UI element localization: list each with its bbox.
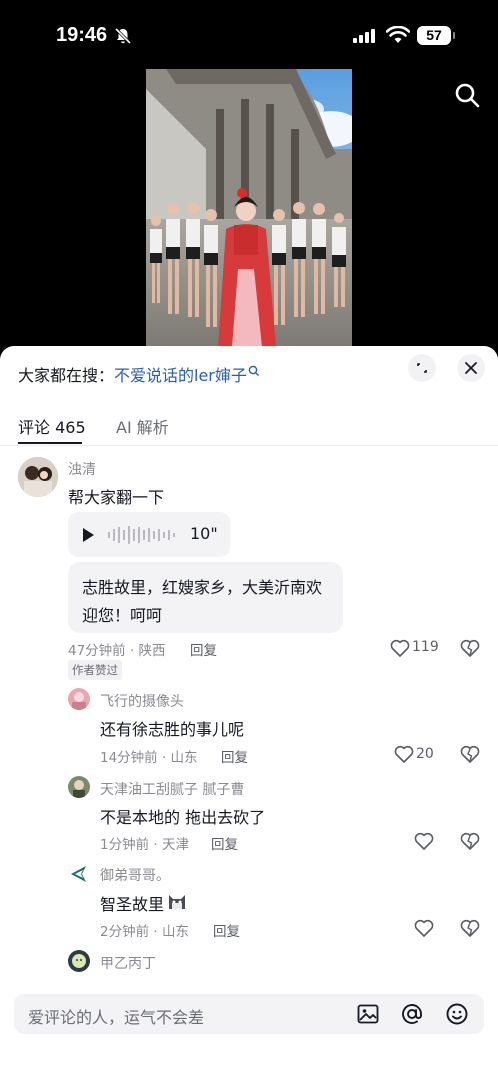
dislike-broken-heart-icon[interactable]: [460, 919, 480, 937]
expand-icon: [417, 363, 427, 373]
comment-username[interactable]: 天津油工刮腻子 腻子曹: [100, 779, 244, 799]
avatar[interactable]: [68, 776, 90, 798]
avatar[interactable]: [68, 688, 90, 710]
trending-search[interactable]: 大家都在搜：不爱说话的ler婶子: [18, 362, 260, 386]
status-time: 19:46: [56, 24, 108, 46]
voice-message[interactable]: 10": [68, 512, 230, 557]
comment-meta: 14分钟前 · 山东: [100, 750, 198, 766]
dislike-broken-heart-icon[interactable]: [460, 745, 480, 763]
comment-tabs: 评论 465 AI 解析: [0, 404, 498, 446]
voice-duration: 10": [190, 524, 218, 543]
avatar[interactable]: [68, 863, 90, 885]
comment-input-placeholder: 爱评论的人，运气不会差: [28, 1008, 205, 1027]
comment-text: 帮大家翻一下: [68, 488, 165, 507]
reply-button[interactable]: 回复: [213, 920, 240, 940]
comment-username[interactable]: 飞行的摄像头: [100, 691, 184, 711]
comment-sheet: 大家都在搜：不爱说话的ler婶子 评论 465 AI 解析 浊清 帮大家翻一下: [0, 346, 498, 1080]
avatar[interactable]: [68, 950, 90, 972]
avatar[interactable]: [18, 457, 58, 497]
like-count: 119: [412, 639, 439, 655]
voice-transcript: 志胜故里，红嫂家乡，大美沂南欢 迎您！呵呵: [68, 562, 343, 633]
comment-text: 智圣故里: [100, 895, 165, 914]
keyword-search-icon: [248, 365, 259, 376]
expand-button[interactable]: [408, 354, 436, 382]
avatar-image: [68, 863, 90, 885]
avatar-image: [68, 688, 90, 710]
mute-bell-icon: [114, 27, 132, 45]
comment-meta: 47分钟前 · 陕西: [68, 643, 166, 659]
video-frame[interactable]: [146, 69, 352, 347]
dislike-broken-heart-icon[interactable]: [460, 832, 480, 850]
trending-search-prefix: 大家都在搜：: [18, 366, 115, 385]
waveform-icon: [108, 526, 175, 544]
tab-ai-analysis[interactable]: AI 解析: [116, 414, 169, 438]
emoji-icon[interactable]: [445, 1002, 469, 1026]
author-liked-badge: 作者赞过: [68, 660, 122, 680]
comment-meta: 2分钟前 · 山东: [100, 924, 189, 940]
avatar-image: [18, 457, 58, 497]
comment-input-bar: 爱评论的人，运气不会差: [0, 982, 498, 1080]
comment-username[interactable]: 御弟哥哥。: [100, 865, 170, 885]
cat-emoji-icon: [169, 895, 185, 909]
like-heart-icon[interactable]: [414, 919, 434, 937]
tab-comments[interactable]: 评论 465: [18, 414, 86, 438]
close-icon: [465, 362, 477, 374]
reply-button[interactable]: 回复: [221, 746, 248, 766]
wifi-icon: [386, 26, 410, 43]
comment-input[interactable]: 爱评论的人，运气不会差: [14, 994, 484, 1034]
comment-username[interactable]: 浊清: [68, 459, 96, 479]
trending-search-keyword[interactable]: 不爱说话的ler婶子: [114, 366, 247, 385]
reply-button[interactable]: 回复: [190, 639, 217, 659]
comment-meta: 1分钟前 · 天津: [100, 837, 189, 853]
like-heart-icon[interactable]: [394, 745, 414, 763]
reply-button[interactable]: 回复: [211, 833, 238, 853]
close-button[interactable]: [457, 354, 485, 382]
mention-at-icon[interactable]: [400, 1002, 424, 1026]
dislike-broken-heart-icon[interactable]: [460, 639, 480, 657]
active-tab-indicator: [18, 442, 82, 444]
transcript-line: 志胜故里，红嫂家乡，大美沂南欢: [82, 578, 323, 597]
like-count: 20: [416, 746, 434, 762]
search-icon[interactable]: [454, 82, 480, 108]
like-heart-icon[interactable]: [414, 832, 434, 850]
play-icon[interactable]: [83, 528, 94, 542]
avatar-image: [68, 776, 90, 798]
image-icon[interactable]: [356, 1002, 380, 1026]
avatar-image: [68, 950, 90, 972]
transcript-line: 迎您！呵呵: [82, 606, 163, 625]
comment-username[interactable]: 甲乙丙丁: [100, 953, 156, 973]
like-heart-icon[interactable]: [390, 639, 410, 657]
comment-text: 不是本地的 拖出去砍了: [100, 808, 266, 827]
battery-indicator: 57: [417, 26, 455, 45]
cellular-signal-icon: [353, 29, 375, 43]
status-bar: 19:46 57: [0, 0, 498, 70]
comment-text: 还有徐志胜的事儿呢: [100, 720, 245, 739]
